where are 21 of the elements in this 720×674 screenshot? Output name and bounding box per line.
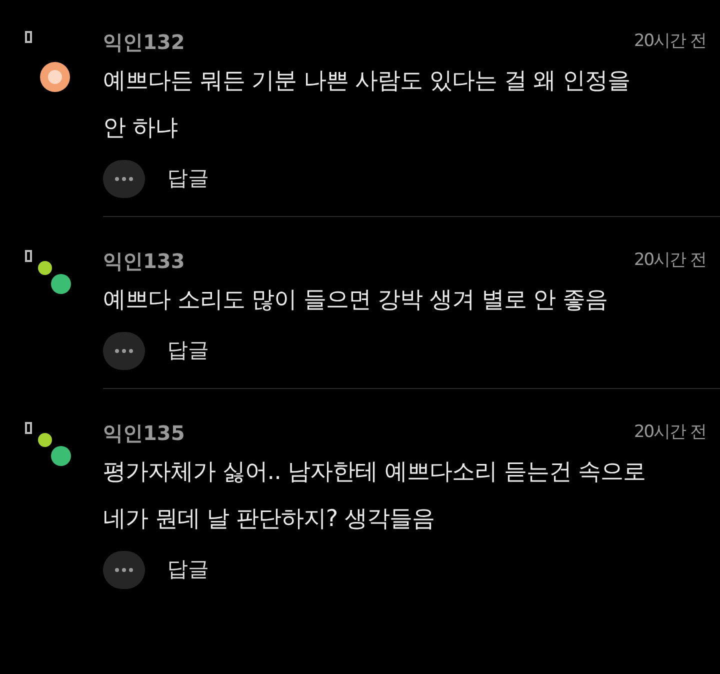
timestamp: 20시간 전 (634, 30, 706, 54)
marker-icon (25, 422, 32, 434)
more-icon (115, 177, 133, 181)
more-icon (115, 349, 133, 353)
reply-button[interactable]: 답글 (167, 163, 209, 195)
more-icon (115, 568, 133, 572)
timestamp: 20시간 전 (634, 421, 706, 444)
comment-text: 예쁘다든 뭐든 기분 나쁜 사람도 있다는 걸 왜 인정을 안 하냐 (103, 67, 631, 143)
comment-text: 예쁘다 소리도 많이 들으면 강박 생겨 별로 안 좋음 (103, 286, 608, 315)
more-button[interactable] (103, 332, 145, 370)
marker-icon (25, 250, 32, 262)
marker-icon (25, 31, 32, 43)
author-name: 익인133 (103, 248, 185, 275)
timestamp: 20시간 전 (634, 249, 706, 272)
reply-button[interactable]: 답글 (167, 335, 209, 367)
reply-button[interactable]: 답글 (167, 554, 209, 586)
comment-text: 평가자체가 싫어.. 남자한테 예쁘다소리 듣는건 속으로 네가 뭔데 날 판단하지? 생각들음 (103, 458, 647, 534)
more-button[interactable] (103, 160, 145, 198)
more-button[interactable] (103, 551, 145, 589)
author-name: 익인135 (103, 420, 185, 447)
author-name: 익인132 (103, 29, 185, 56)
